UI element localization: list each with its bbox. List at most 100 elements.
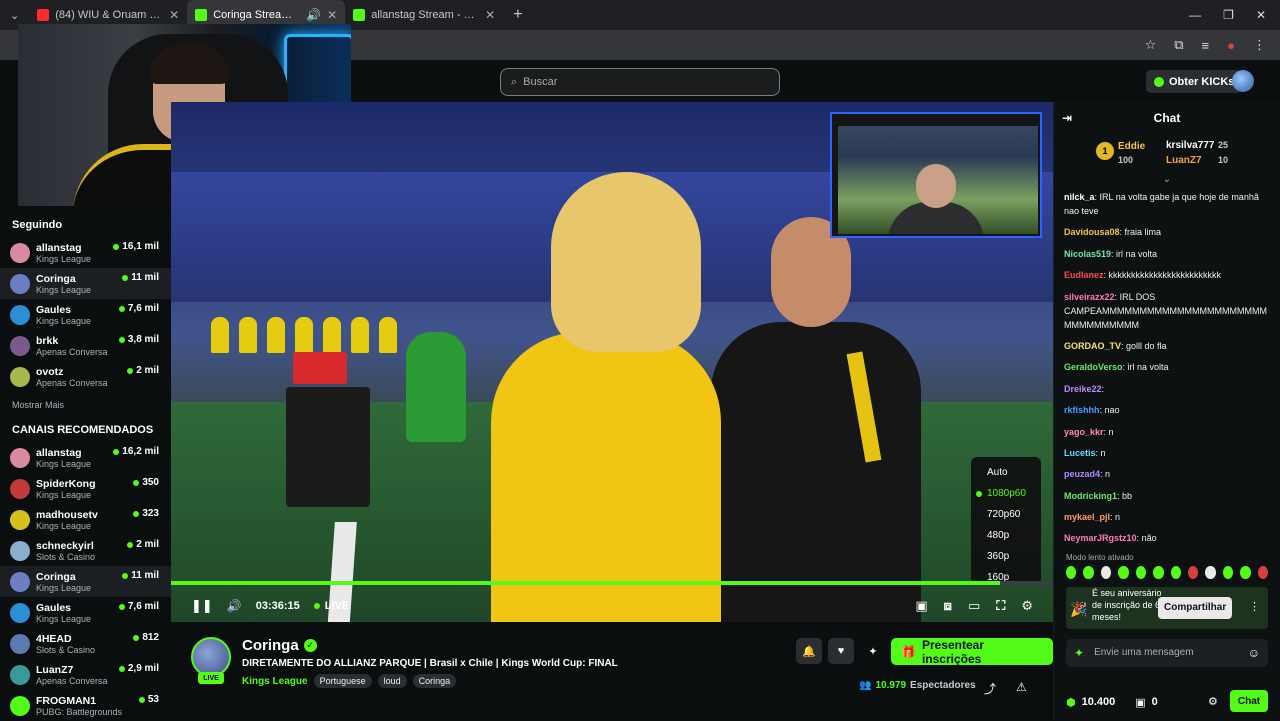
emote-icon[interactable] xyxy=(1257,565,1269,579)
leader-name[interactable]: Eddie xyxy=(1118,141,1145,152)
sidebar-channel-item[interactable]: Gaules Kings League 7,6 mil xyxy=(0,299,171,330)
user-avatar[interactable] xyxy=(1232,70,1254,92)
live-dot-icon xyxy=(133,634,140,641)
minimize-icon[interactable]: — xyxy=(1189,8,1201,22)
share-anniversary-button[interactable]: Compartilhar xyxy=(1158,596,1233,619)
close-icon[interactable]: ✕ xyxy=(169,8,179,22)
chat-username[interactable]: Lucetis xyxy=(1064,448,1096,458)
sparkle-icon[interactable]: ✦ xyxy=(1074,646,1084,660)
chat-username[interactable]: NeymarJRgstz10 xyxy=(1064,533,1137,543)
sidebar-channel-item[interactable]: ovotz Apenas Conversa 2 mil xyxy=(0,361,171,392)
sidebar-channel-item[interactable]: Coringa Kings League 11 mil xyxy=(0,268,171,299)
stream-category[interactable]: Kings League xyxy=(242,676,308,687)
gift-subs-button[interactable]: 🎁 Presentear inscrições xyxy=(891,638,1053,666)
get-kicks-button[interactable]: Obter KICKs xyxy=(1146,70,1243,93)
menu-icon[interactable]: ⋮ xyxy=(1253,37,1266,53)
theater-icon[interactable]: ▭ xyxy=(968,598,980,614)
fullscreen-icon[interactable]: ⛶ xyxy=(996,598,1005,614)
tag-chip[interactable]: Coringa xyxy=(412,674,457,688)
show-more-link[interactable]: Mostrar Mais xyxy=(0,392,171,410)
profile-icon[interactable]: ● xyxy=(1227,38,1235,53)
clip-icon[interactable]: ⧈ xyxy=(944,598,952,614)
emote-icon[interactable] xyxy=(1170,565,1181,579)
more-options-icon[interactable]: ⋮ xyxy=(1249,600,1260,613)
leader-name[interactable]: LuanZ7 xyxy=(1166,155,1202,166)
follow-button[interactable]: ♥ xyxy=(828,638,854,664)
chat-username[interactable]: nilck_a xyxy=(1064,192,1095,202)
chat-username[interactable]: yago_kkr xyxy=(1064,427,1104,437)
chat-username[interactable]: GORDAO_TV xyxy=(1064,341,1121,351)
close-window-icon[interactable]: ✕ xyxy=(1256,8,1266,22)
sidebar-channel-item[interactable]: LuanZ7 Apenas Conversa 2,9 mil xyxy=(0,659,171,690)
chat-username[interactable]: mykael_pjl xyxy=(1064,512,1110,522)
emoji-icon[interactable]: ☺ xyxy=(1248,646,1260,660)
collapse-chat-icon[interactable]: ⇥ xyxy=(1062,111,1072,125)
volume-icon[interactable]: 🔊 xyxy=(227,599,242,613)
leader-name[interactable]: krsilva777 xyxy=(1166,140,1214,151)
chat-username[interactable]: Eudlanez xyxy=(1064,270,1104,280)
quality-option[interactable]: 360p xyxy=(971,546,1041,567)
channel-name[interactable]: Coringa xyxy=(242,637,299,654)
send-chat-button[interactable]: Chat xyxy=(1230,690,1268,712)
pause-icon[interactable]: ❚❚ xyxy=(191,598,213,614)
media-icon[interactable]: ≡ xyxy=(1202,38,1210,53)
progress-bar[interactable] xyxy=(171,581,1053,585)
tag-chip[interactable]: Portuguese xyxy=(313,674,372,688)
sidebar-channel-item[interactable]: SpiderKong Kings League 350 xyxy=(0,473,171,504)
miniplayer-icon[interactable]: ▣ xyxy=(915,598,927,614)
quality-option[interactable]: Auto xyxy=(971,462,1041,483)
quality-option[interactable]: 480p xyxy=(971,525,1041,546)
sparkle-button[interactable]: ✦ xyxy=(860,638,886,664)
chat-username[interactable]: rkfishhh xyxy=(1064,405,1100,415)
close-icon[interactable]: ✕ xyxy=(485,8,495,22)
new-tab-button[interactable]: + xyxy=(503,6,532,24)
close-icon[interactable]: ✕ xyxy=(327,8,337,22)
chat-username[interactable]: peuzad4 xyxy=(1064,469,1100,479)
search-placeholder: Buscar xyxy=(523,76,558,88)
emote-icon[interactable] xyxy=(1066,565,1077,579)
browser-tab-allanstag[interactable]: allanstag Stream - Watch Live o ✕ xyxy=(345,0,503,30)
chat-input[interactable]: ✦ Envie uma mensagem ☺ xyxy=(1066,638,1268,667)
sidebar-channel-item[interactable]: madhousetv Kings League 323 xyxy=(0,504,171,535)
chat-username[interactable]: silveirazx22 xyxy=(1064,292,1115,302)
chat-username[interactable]: Modricking1 xyxy=(1064,491,1117,501)
emote-icon[interactable] xyxy=(1083,565,1094,579)
tab-search-icon[interactable]: ⌄ xyxy=(0,9,29,22)
emote-icon[interactable] xyxy=(1187,565,1199,579)
chat-username[interactable]: Dreike22 xyxy=(1064,384,1102,394)
chat-settings-icon[interactable]: ⚙ xyxy=(1208,695,1218,708)
quality-option[interactable]: 1080p60 xyxy=(971,483,1041,504)
channel-avatar[interactable] xyxy=(191,637,231,677)
chat-username[interactable]: Davidousa08 xyxy=(1064,227,1120,237)
sidebar-channel-item[interactable]: brkk Apenas Conversa 3,8 mil xyxy=(0,330,171,361)
emote-icon[interactable] xyxy=(1118,565,1129,579)
search-input[interactable]: ⌕ Buscar xyxy=(500,68,780,96)
extensions-icon[interactable]: ⧉ xyxy=(1174,37,1183,53)
share-icon[interactable]: ⤴ xyxy=(984,680,996,697)
notification-bell-button[interactable]: 🔔 xyxy=(796,638,822,664)
sidebar-channel-item[interactable]: allanstag Kings League 16,2 mil xyxy=(0,442,171,473)
sidebar-channel-item[interactable]: schneckyirl Slots & Casino 2 mil xyxy=(0,535,171,566)
emote-icon[interactable] xyxy=(1100,565,1112,579)
bookmark-star-icon[interactable]: ☆ xyxy=(1145,37,1157,53)
sidebar-channel-item[interactable]: FROGMAN1 PUBG: Battlegrounds 53 xyxy=(0,690,171,721)
emote-icon[interactable] xyxy=(1205,565,1216,579)
emote-icon[interactable] xyxy=(1240,565,1251,579)
settings-icon[interactable]: ⚙ xyxy=(1021,598,1033,614)
tag-chip[interactable]: loud xyxy=(377,674,407,688)
emote-icon[interactable] xyxy=(1153,565,1164,579)
speaker-icon[interactable]: 🔊 xyxy=(306,8,321,22)
expand-leaderboard-icon[interactable]: ⌄ xyxy=(1054,174,1280,186)
sidebar-channel-item[interactable]: allanstag Kings League 16,1 mil xyxy=(0,237,171,268)
report-icon[interactable]: ⚠ xyxy=(1016,680,1027,694)
emote-icon[interactable] xyxy=(1222,565,1234,579)
sidebar-channel-item[interactable]: Coringa Kings League 11 mil xyxy=(0,566,171,597)
quality-option[interactable]: 720p60 xyxy=(971,504,1041,525)
sidebar-channel-item[interactable]: Gaules Kings League 7,6 mil xyxy=(0,597,171,628)
sidebar-channel-item[interactable]: 4HEAD Slots & Casino 812 xyxy=(0,628,171,659)
chat-username[interactable]: Nicolas519 xyxy=(1064,249,1111,259)
emote-icon[interactable] xyxy=(1135,565,1147,579)
maximize-icon[interactable]: ❐ xyxy=(1223,8,1234,22)
chat-username[interactable]: GeraldoVerso xyxy=(1064,362,1123,372)
live-indicator[interactable]: LIVE xyxy=(313,600,349,612)
